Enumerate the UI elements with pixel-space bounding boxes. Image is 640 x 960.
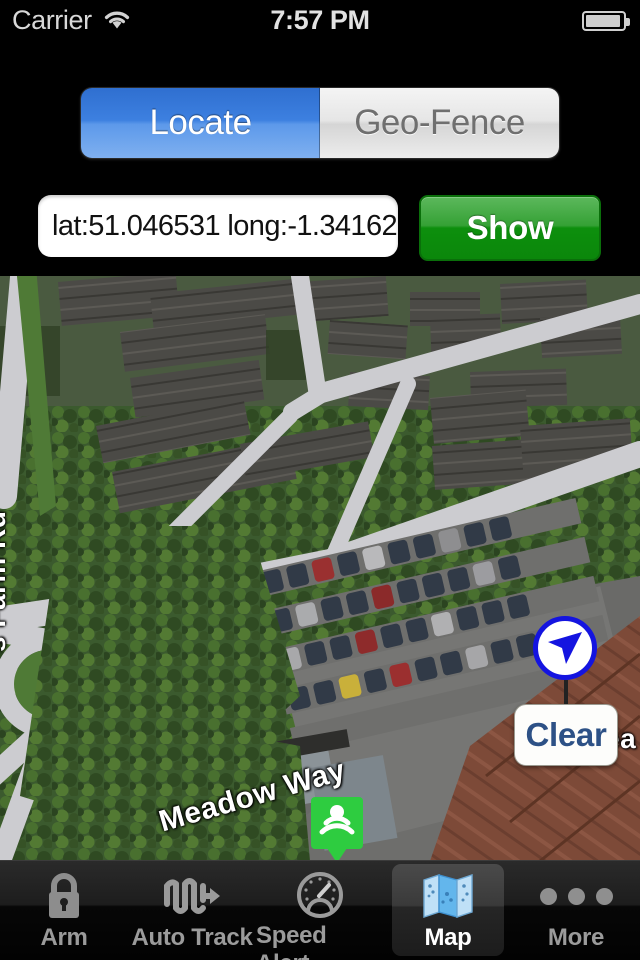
status-bar: Carrier 7:57 PM bbox=[0, 0, 640, 40]
battery-icon bbox=[582, 11, 630, 31]
clear-callout-label: Clear bbox=[525, 716, 607, 753]
lock-icon bbox=[41, 870, 87, 922]
tab-more[interactable]: More bbox=[512, 861, 640, 960]
clear-callout-button[interactable]: Clear bbox=[514, 704, 618, 766]
tab-bar: Arm Auto Track Speed Map More bbox=[0, 860, 640, 960]
tab-auto-track[interactable]: Auto Track bbox=[128, 861, 256, 960]
tab-map-label: Map bbox=[424, 924, 472, 951]
app-screen: Carrier 7:57 PM Locate Geo-Fence lat:51.… bbox=[0, 0, 640, 960]
show-button-label: Show bbox=[466, 209, 554, 246]
controls-panel: Locate Geo-Fence lat:51.046531 long:-1.3… bbox=[0, 40, 640, 276]
tab-auto-track-label: Auto Track bbox=[131, 924, 253, 951]
segment-locate[interactable]: Locate bbox=[81, 88, 320, 158]
segment-locate-label: Locate bbox=[149, 103, 252, 142]
squiggle-arrow-icon bbox=[162, 870, 222, 922]
tab-map[interactable]: Map bbox=[384, 861, 512, 960]
search-row: lat:51.046531 long:-1.34162… Show bbox=[0, 195, 640, 265]
heading-marker[interactable] bbox=[533, 616, 597, 680]
tab-arm-label: Arm bbox=[40, 924, 88, 951]
segment-geo-fence-label: Geo-Fence bbox=[354, 103, 525, 142]
segment-geo-fence[interactable]: Geo-Fence bbox=[320, 88, 559, 158]
coordinate-input-value: lat:51.046531 long:-1.34162… bbox=[52, 209, 398, 242]
map-view[interactable]: Meadow Way s Farm Rd ea Clear bbox=[0, 276, 640, 861]
clock-label: 7:57 PM bbox=[270, 5, 370, 35]
speedometer-icon bbox=[295, 870, 345, 920]
tab-arm[interactable]: Arm bbox=[0, 861, 128, 960]
map-icon bbox=[421, 870, 475, 922]
satellite-imagery bbox=[0, 276, 640, 861]
tab-speed-alert-label: Speed Alert bbox=[256, 922, 327, 960]
tab-more-label: More bbox=[547, 924, 605, 951]
tab-speed-alert[interactable]: Speed Alert bbox=[256, 861, 384, 960]
three-dots-icon bbox=[539, 870, 613, 922]
coordinate-input[interactable]: lat:51.046531 long:-1.34162… bbox=[38, 195, 398, 257]
mode-segmented-control[interactable]: Locate Geo-Fence bbox=[80, 87, 560, 159]
show-button[interactable]: Show bbox=[419, 195, 601, 261]
heading-marker-stem bbox=[564, 680, 568, 706]
vehicle-marker[interactable] bbox=[311, 797, 363, 861]
